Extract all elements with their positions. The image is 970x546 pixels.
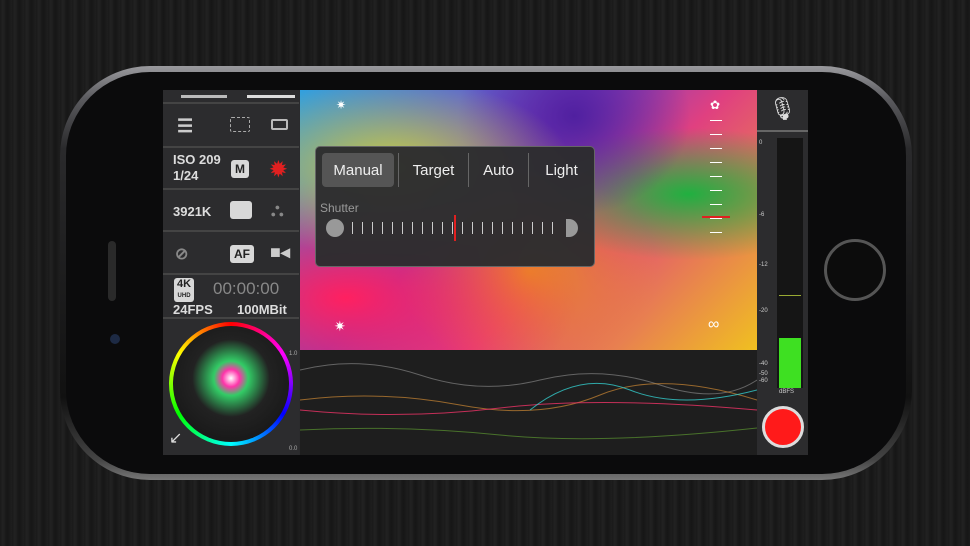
waveform-trace	[299, 363, 758, 440]
waveform-scale-bottom: 0.0	[289, 446, 298, 452]
sun-icon-bottom: ✷	[334, 318, 346, 334]
waveform-scale-top: 1.0	[289, 351, 298, 357]
tab-target[interactable]: Target	[398, 153, 468, 187]
tab-auto[interactable]: Auto	[468, 153, 528, 187]
shutter-open-icon[interactable]	[566, 219, 578, 237]
speaker	[108, 241, 116, 301]
aspect-icon[interactable]	[271, 119, 288, 130]
sun-icon: ✷	[336, 98, 347, 112]
focus-marker	[702, 216, 730, 218]
autofocus-badge[interactable]: AF	[230, 245, 254, 263]
shutter-value: 1/24	[173, 168, 199, 183]
shutter-closed-icon[interactable]	[326, 219, 344, 237]
macro-flower-icon[interactable]: ✿	[710, 98, 720, 112]
white-balance-value: 3921K	[173, 204, 212, 219]
tab-manual[interactable]: Manual	[322, 153, 394, 187]
collapse-arrow-icon[interactable]: ↙	[169, 428, 182, 448]
bitrate-value: 100MBit	[237, 302, 287, 317]
waveform-monitor: 1.0 0.0	[289, 350, 758, 455]
shutter-label: Shutter	[320, 201, 359, 215]
manual-mode-badge[interactable]: M	[231, 160, 249, 178]
focus-row: ⊘ AF ■◂	[163, 232, 299, 275]
fps-value: 24FPS	[173, 302, 213, 317]
shutter-slider-marker	[454, 215, 456, 241]
audio-peak-marker	[779, 295, 801, 296]
recording-info-row: 4K UHD 00:00:00 24FPS 100MBit	[163, 275, 299, 319]
shutter-slider[interactable]	[352, 222, 562, 234]
exposure-mode-popup: Manual Target Auto Light Shutter	[315, 146, 595, 267]
toolbar-row: ☰	[163, 104, 299, 148]
exposure-sun-icon[interactable]: ✹	[270, 157, 287, 182]
wb-tray-icon[interactable]	[230, 201, 252, 219]
resolution-badge[interactable]: 4K UHD	[174, 278, 195, 302]
timecode: 00:00:00	[213, 279, 280, 298]
audio-level-bar	[779, 338, 801, 388]
left-panel: ☰ ISO 209 1/24 M ✹ 3921K ⛬ ⊘ AF ■◂ 4K UHD …	[163, 90, 299, 455]
microphone-icon[interactable]: 🎙	[757, 90, 808, 132]
stabilization-off-icon[interactable]: ⊘	[175, 244, 188, 264]
tab-light[interactable]: Light	[528, 153, 594, 187]
video-camera-icon[interactable]: ■◂	[270, 242, 290, 263]
menu-icon[interactable]: ☰	[177, 116, 193, 137]
color-circles-icon[interactable]: ⛬	[271, 200, 284, 221]
storage-battery-bar	[163, 90, 299, 104]
vectorscope[interactable]	[169, 322, 293, 446]
exposure-row[interactable]: ISO 209 1/24 M ✹	[163, 148, 299, 190]
frame-guide-icon[interactable]	[230, 117, 250, 132]
front-camera	[110, 334, 120, 344]
right-panel: 🎙 0 -6 -12 -20 -40 -50 -60 dBFS	[757, 90, 808, 455]
white-balance-row[interactable]: 3921K ⛬	[163, 190, 299, 232]
app-screen: ☰ ISO 209 1/24 M ✹ 3921K ⛬ ⊘ AF ■◂ 4K UHD …	[163, 90, 808, 455]
focus-scale[interactable]	[710, 120, 722, 240]
infinity-label: ∞	[708, 316, 720, 333]
iso-value: ISO 209	[173, 152, 221, 167]
meter-unit: dBFS	[779, 389, 795, 395]
audio-meter	[777, 138, 803, 388]
record-button[interactable]	[762, 406, 804, 448]
home-button[interactable]	[824, 239, 886, 301]
